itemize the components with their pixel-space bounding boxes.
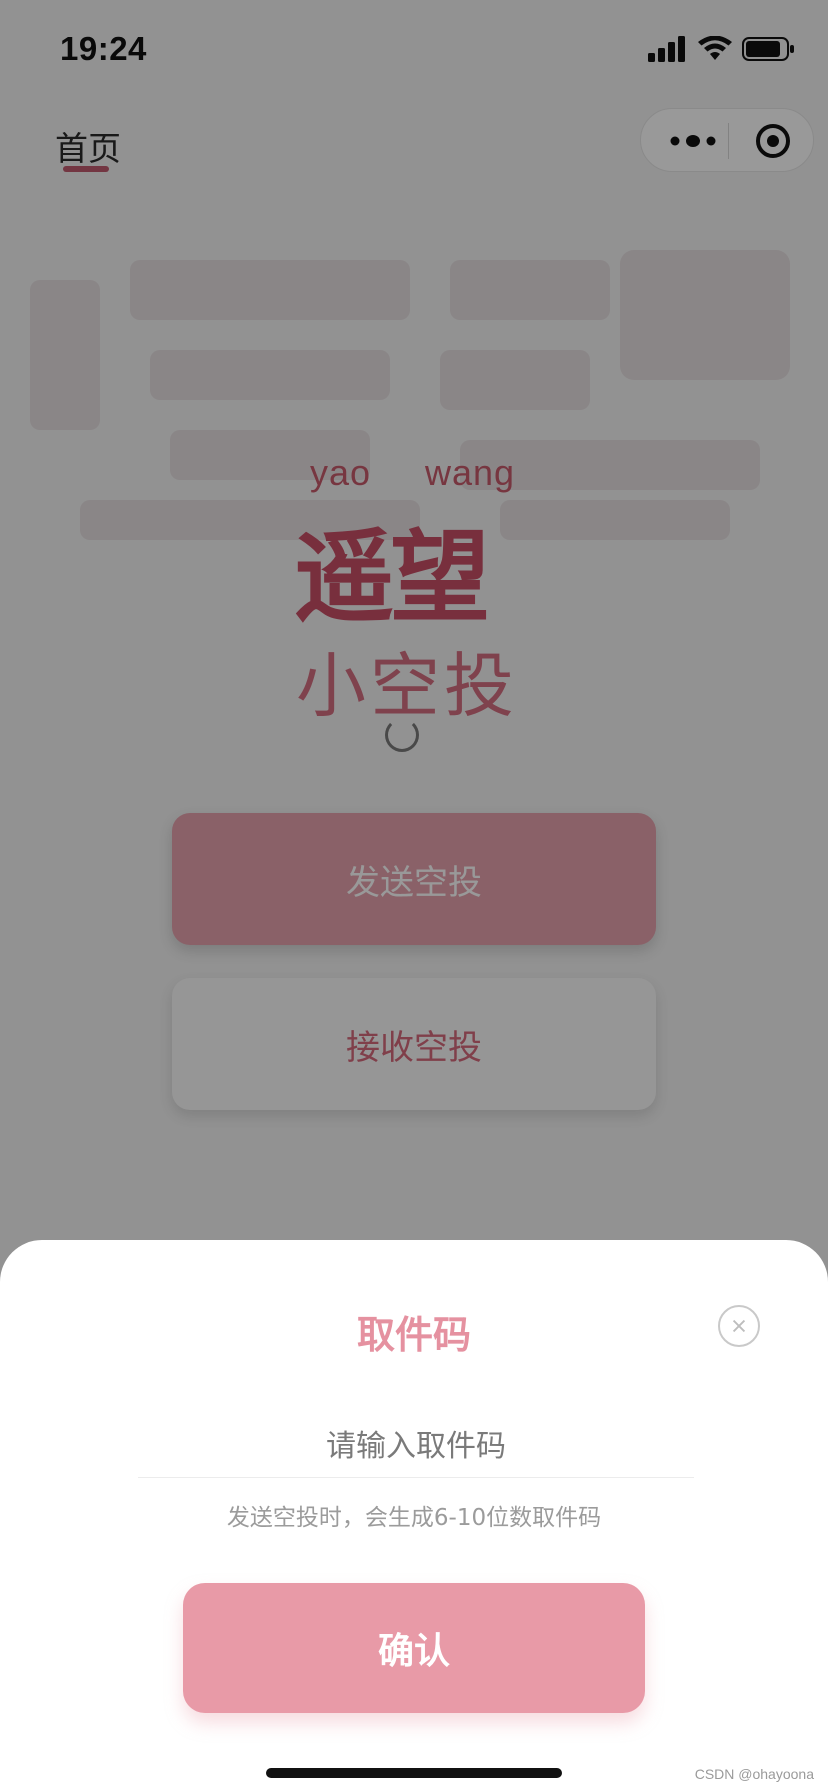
pickup-code-input[interactable] (138, 1415, 694, 1478)
close-icon[interactable] (718, 1305, 760, 1347)
home-indicator[interactable] (266, 1768, 562, 1778)
sheet-title: 取件码 (356, 1313, 471, 1357)
pickup-code-sheet: 取件码 发送空投时，会生成6-10位数取件码 确认 (0, 1240, 828, 1792)
pickup-code-hint: 发送空投时，会生成6-10位数取件码 (226, 1505, 602, 1531)
watermark-text: CSDN @ohayoona (694, 1766, 814, 1782)
confirm-button[interactable]: 确认 (183, 1583, 645, 1713)
